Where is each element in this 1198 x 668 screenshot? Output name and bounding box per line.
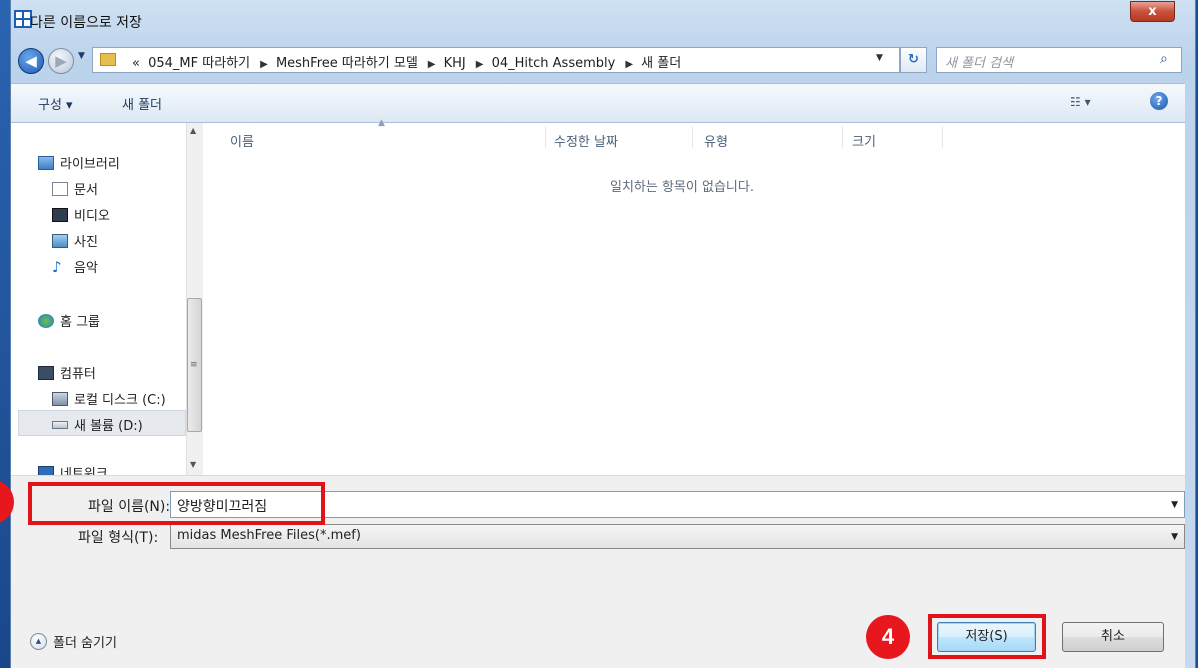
chevron-right-icon[interactable]: ▶ xyxy=(476,59,484,70)
chevron-right-icon[interactable]: ▶ xyxy=(625,59,633,70)
back-button[interactable]: ◀ xyxy=(18,48,44,74)
forward-arrow-icon: ▶ xyxy=(55,52,67,70)
filetype-label: 파일 형식(T): xyxy=(78,530,159,546)
help-icon[interactable]: ? xyxy=(1150,92,1168,110)
music-icon: ♪ xyxy=(52,257,62,276)
close-button[interactable]: x xyxy=(1130,1,1175,22)
breadcrumb-overflow[interactable]: « xyxy=(132,56,140,71)
breadcrumb-item[interactable]: 054_MF 따라하기 xyxy=(148,56,250,71)
save-highlight-box xyxy=(928,614,1046,659)
nav-item-label: 로컬 디스크 (C:) xyxy=(74,393,166,408)
nav-item-label: 컴퓨터 xyxy=(60,367,96,382)
column-header-name[interactable]: 이름 xyxy=(230,131,254,150)
column-header-date[interactable]: 수정한 날짜 xyxy=(554,131,618,150)
views-icon: ☷ ▾ xyxy=(1070,95,1091,109)
chevron-right-icon[interactable]: ▶ xyxy=(260,59,268,70)
pictures-icon xyxy=(52,233,68,248)
nav-item-label: 새 볼륨 (D:) xyxy=(74,419,143,434)
nav-item-music[interactable]: ♪ 음악 xyxy=(52,257,98,276)
drive-icon xyxy=(52,420,68,429)
column-divider[interactable] xyxy=(692,126,693,148)
nav-item-libraries[interactable]: 라이브러리 xyxy=(38,153,120,172)
nav-item-computer[interactable]: 컴퓨터 xyxy=(38,363,96,382)
refresh-button[interactable]: ↻ xyxy=(900,47,927,73)
address-dropdown[interactable]: ▼ xyxy=(876,53,883,63)
breadcrumb: « 054_MF 따라하기 ▶ MeshFree 따라하기 모델 ▶ KHJ ▶ 04… xyxy=(132,52,685,71)
search-input[interactable]: 새 폴더 검색 xyxy=(936,47,1182,73)
hide-folders-toggle[interactable]: ▲ 폴더 숨기기 xyxy=(30,632,117,651)
breadcrumb-item[interactable]: 새 폴더 xyxy=(641,56,681,71)
nav-item-videos[interactable]: 비디오 xyxy=(52,205,110,224)
nav-item-label: 사진 xyxy=(74,235,98,250)
local-disk-icon xyxy=(52,391,68,406)
nav-item-documents[interactable]: 문서 xyxy=(52,179,98,198)
column-divider[interactable] xyxy=(545,126,546,148)
forward-button[interactable]: ▶ xyxy=(48,48,74,74)
nav-item-label: 라이브러리 xyxy=(60,157,120,172)
videos-icon xyxy=(52,207,68,222)
grip-icon: ≡ xyxy=(190,360,198,370)
column-divider[interactable] xyxy=(842,126,843,148)
computer-icon xyxy=(38,365,54,380)
libraries-icon xyxy=(38,155,54,170)
back-arrow-icon: ◀ xyxy=(25,52,37,70)
chevron-down-icon[interactable]: ▼ xyxy=(1171,532,1178,542)
nav-item-homegroup[interactable]: 홈 그룹 xyxy=(38,311,100,330)
column-header-type[interactable]: 유형 xyxy=(704,131,728,150)
breadcrumb-item[interactable]: KHJ xyxy=(444,56,466,71)
empty-list-message: 일치하는 항목이 없습니다. xyxy=(610,180,754,195)
views-button[interactable]: ☷ ▾ xyxy=(1070,95,1091,109)
column-divider[interactable] xyxy=(942,126,943,148)
collapse-icon: ▲ xyxy=(30,633,47,650)
nav-item-label: 문서 xyxy=(74,183,98,198)
cancel-button[interactable]: 취소 xyxy=(1062,622,1164,652)
step-badge: 4 xyxy=(866,615,910,659)
filename-highlight-box xyxy=(28,482,325,525)
homegroup-icon xyxy=(38,313,54,328)
close-icon: x xyxy=(1148,4,1157,19)
nav-item-local-disk[interactable]: 로컬 디스크 (C:) xyxy=(52,389,166,408)
documents-icon xyxy=(52,181,68,196)
hide-folders-label: 폴더 숨기기 xyxy=(53,636,117,651)
refresh-icon: ↻ xyxy=(908,52,919,67)
breadcrumb-item[interactable]: MeshFree 따라하기 모델 xyxy=(276,56,418,71)
nav-item-volume-d[interactable]: 새 볼륨 (D:) xyxy=(52,415,143,434)
filetype-value: midas MeshFree Files(*.mef) xyxy=(177,528,361,543)
window-title: 다른 이름으로 저장 xyxy=(30,15,142,31)
nav-item-label: 비디오 xyxy=(74,209,110,224)
folder-icon xyxy=(100,53,116,66)
organize-menu[interactable]: 구성 ▾ xyxy=(38,94,73,113)
scroll-down-icon[interactable]: ▼ xyxy=(190,460,196,469)
filetype-select[interactable]: midas MeshFree Files(*.mef) ▼ xyxy=(170,524,1185,549)
scroll-up-icon[interactable]: ▲ xyxy=(190,126,196,135)
chevron-right-icon[interactable]: ▶ xyxy=(428,59,436,70)
new-folder-button[interactable]: 새 폴더 xyxy=(122,94,162,113)
nav-item-label: 음악 xyxy=(74,261,98,276)
chevron-down-icon[interactable]: ▼ xyxy=(1171,500,1178,510)
sort-ascending-icon: ▲ xyxy=(378,118,385,128)
breadcrumb-item[interactable]: 04_Hitch Assembly xyxy=(492,56,616,71)
nav-item-label: 홈 그룹 xyxy=(60,315,101,330)
column-header-size[interactable]: 크기 xyxy=(852,131,876,150)
nav-item-pictures[interactable]: 사진 xyxy=(52,231,98,250)
search-icon[interactable]: ⌕ xyxy=(1160,51,1168,67)
desktop-background xyxy=(0,0,10,668)
command-bar xyxy=(11,83,1185,123)
recent-pages-dropdown[interactable]: ▼ xyxy=(78,51,85,61)
